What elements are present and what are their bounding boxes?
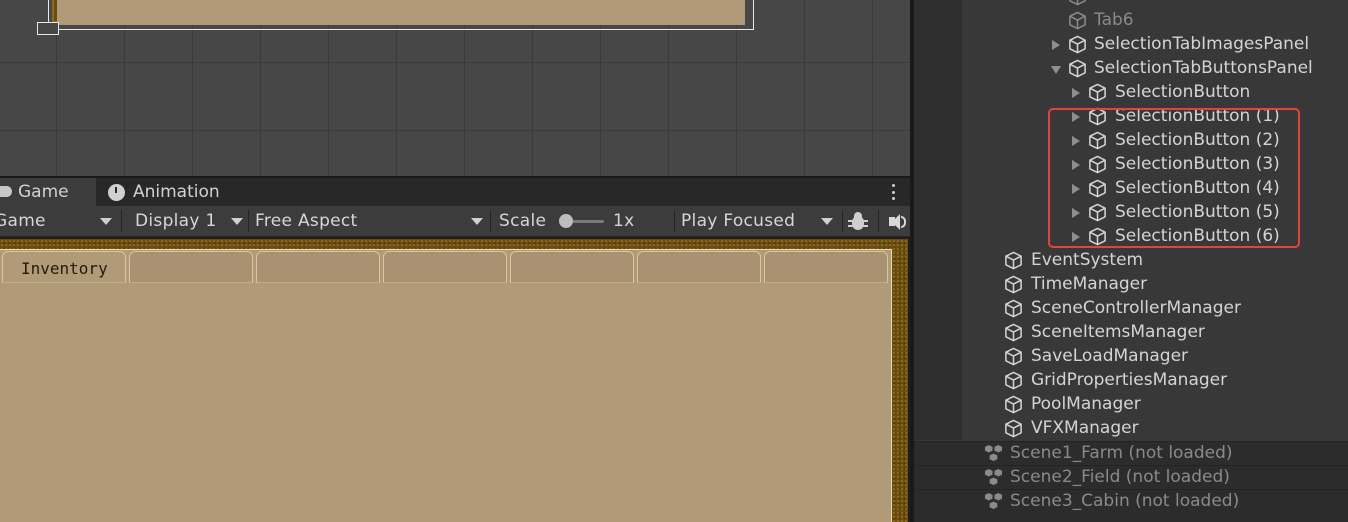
hierarchy-item[interactable]: SaveLoadManager xyxy=(914,345,1348,369)
hierarchy-item[interactable]: PoolManager xyxy=(914,393,1348,417)
scene-panel-preview[interactable] xyxy=(48,0,754,30)
inventory-tab-7[interactable] xyxy=(764,251,888,283)
hierarchy-item[interactable]: Tab6 xyxy=(914,9,1348,33)
foldout-expanded-icon[interactable] xyxy=(1051,66,1061,74)
hierarchy-item-label: SelectionTabImagesPanel xyxy=(1094,34,1310,54)
scene-label: Scene2_Field (not loaded) xyxy=(1010,467,1230,487)
gamepad-icon xyxy=(0,186,12,198)
inventory-panel xyxy=(0,249,892,522)
chevron-down-icon xyxy=(100,218,112,225)
toolbar-divider xyxy=(490,210,491,232)
hierarchy-item-label: SceneControllerManager xyxy=(1031,298,1241,318)
hierarchy-item[interactable]: SceneControllerManager xyxy=(914,297,1348,321)
gameobject-icon xyxy=(1004,323,1023,342)
hierarchy-item-label: SelectionButton xyxy=(1115,82,1251,102)
scene-icon xyxy=(984,468,1003,487)
inventory-tab-label: Inventory xyxy=(21,259,108,278)
scale-value: 1x xyxy=(613,211,635,231)
hierarchy-item[interactable]: VFXManager xyxy=(914,417,1348,441)
foldout-collapsed-icon[interactable] xyxy=(1072,88,1080,98)
panel-parchment xyxy=(57,0,745,25)
gameobject-icon xyxy=(1088,83,1107,102)
gameobject-icon xyxy=(1004,419,1023,438)
gameobject-icon xyxy=(1068,35,1087,54)
view-select-dropdown[interactable]: Game xyxy=(0,206,118,236)
gameobject-icon xyxy=(1004,251,1023,270)
toolbar-divider xyxy=(674,210,675,232)
gameobject-icon xyxy=(1068,11,1087,30)
audio-mute-icon[interactable] xyxy=(887,214,907,230)
rect-transform-handle[interactable] xyxy=(37,22,59,35)
inventory-tab-3[interactable] xyxy=(256,251,380,283)
hierarchy-item[interactable]: EventSystem xyxy=(914,249,1348,273)
gameobject-icon xyxy=(1004,299,1023,318)
hierarchy-scroll-area xyxy=(914,512,1348,522)
inventory-tab-6[interactable] xyxy=(637,251,761,283)
game-tab-bar: Game Animation xyxy=(0,178,910,206)
inventory-tab-5[interactable] xyxy=(510,251,634,283)
scene-label: Scene1_Farm (not loaded) xyxy=(1010,443,1233,463)
hierarchy-scene-row[interactable]: Scene3_Cabin (not loaded) xyxy=(914,489,1348,513)
hierarchy-item[interactable]: SelectionTabImagesPanel xyxy=(914,33,1348,57)
hierarchy-item-clipped[interactable] xyxy=(914,0,1348,9)
hierarchy-item[interactable]: GridPropertiesManager xyxy=(914,369,1348,393)
play-mode-dropdown[interactable]: Play Focused xyxy=(681,206,841,236)
hierarchy-item-label: TimeManager xyxy=(1031,274,1148,294)
hierarchy-item-label: Tab6 xyxy=(1094,10,1134,30)
hierarchy-item-label: SelectionTabButtonsPanel xyxy=(1094,58,1313,78)
play-mode-value: Play Focused xyxy=(681,211,796,231)
toolbar-divider xyxy=(248,210,249,232)
hierarchy-scene-row[interactable]: Scene1_Farm (not loaded) xyxy=(914,441,1348,465)
kebab-menu-icon[interactable] xyxy=(890,184,896,200)
inventory-tab-4[interactable] xyxy=(383,251,507,283)
hierarchy-item[interactable]: SelectionTabButtonsPanel xyxy=(914,57,1348,81)
hierarchy-item-label: EventSystem xyxy=(1031,250,1144,270)
toolbar-divider xyxy=(878,210,879,232)
gameobject-icon xyxy=(1068,59,1087,78)
scene-icon xyxy=(984,492,1003,511)
hierarchy-item-label: PoolManager xyxy=(1031,394,1141,414)
hierarchy-item-label: VFXManager xyxy=(1031,418,1139,438)
hierarchy-item[interactable]: TimeManager xyxy=(914,273,1348,297)
toolbar-divider xyxy=(842,210,843,232)
hierarchy-scene-row[interactable]: Scene2_Field (not loaded) xyxy=(914,465,1348,489)
view-select-value: Game xyxy=(0,211,46,231)
hierarchy-item[interactable]: SelectionButton xyxy=(914,81,1348,105)
foldout-collapsed-icon[interactable] xyxy=(1052,40,1060,50)
display-dropdown[interactable]: Display 1 xyxy=(135,206,247,236)
inventory-tab-2[interactable] xyxy=(129,251,253,283)
hierarchy-panel: Tab6 SelectionTabImagesPanel SelectionTabB… xyxy=(914,0,1348,522)
toolbar-divider xyxy=(121,210,122,232)
hierarchy-item[interactable]: SceneItemsManager xyxy=(914,321,1348,345)
game-display[interactable]: Inventory xyxy=(0,237,910,522)
tab-animation-label: Animation xyxy=(133,182,220,202)
hierarchy-item-label: SceneItemsManager xyxy=(1031,322,1205,342)
gameobject-icon xyxy=(1004,347,1023,366)
gameobject-icon xyxy=(1004,371,1023,390)
hierarchy-item-label: GridPropertiesManager xyxy=(1031,370,1228,390)
game-toolbar: Game Display 1 Free Aspect Scale 1x Play… xyxy=(0,206,910,237)
chevron-down-icon xyxy=(471,218,483,225)
chevron-down-icon xyxy=(821,218,833,225)
scene-view[interactable] xyxy=(0,0,910,176)
scene-label: Scene3_Cabin (not loaded) xyxy=(1010,491,1240,511)
tab-game-label: Game xyxy=(18,182,69,202)
scene-icon xyxy=(984,444,1003,463)
gameobject-icon xyxy=(1068,0,1087,6)
tab-game[interactable]: Game xyxy=(0,178,96,206)
bug-icon[interactable] xyxy=(847,212,869,232)
gameobject-icon xyxy=(1004,275,1023,294)
hierarchy-item-label: SaveLoadManager xyxy=(1031,346,1189,366)
aspect-dropdown[interactable]: Free Aspect xyxy=(255,206,487,236)
selection-highlight-annotation xyxy=(1048,108,1300,248)
chevron-down-icon xyxy=(231,218,243,225)
gameobject-icon xyxy=(1004,395,1023,414)
aspect-value: Free Aspect xyxy=(255,211,358,231)
display-value: Display 1 xyxy=(135,211,217,231)
scale-slider-handle[interactable] xyxy=(559,214,573,228)
clock-icon xyxy=(108,183,125,201)
inventory-tab-1[interactable]: Inventory xyxy=(2,251,126,283)
tab-animation[interactable]: Animation xyxy=(108,178,248,206)
